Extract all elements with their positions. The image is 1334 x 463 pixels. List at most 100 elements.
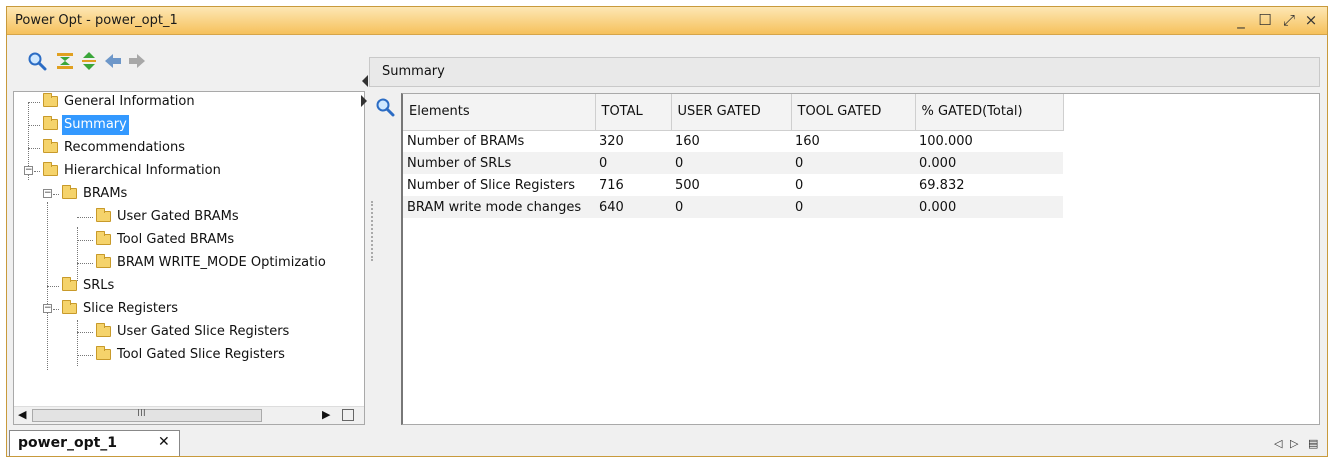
forward-arrow-icon[interactable] xyxy=(127,51,147,71)
summary-table: Elements TOTAL USER GATED TOOL GATED % G… xyxy=(403,94,1064,218)
tree-item-brams[interactable]: − BRAMs xyxy=(14,184,364,204)
scrollbar-grip: III xyxy=(137,408,146,419)
minimize-button[interactable]: _ xyxy=(1231,10,1251,30)
folder-icon xyxy=(96,323,111,337)
tree-item-hierarchical-information[interactable]: − Hierarchical Information xyxy=(14,161,364,181)
tree-connector xyxy=(77,217,93,218)
horizontal-scrollbar[interactable]: ◀ III ▶ xyxy=(14,406,364,424)
tree-connector xyxy=(47,286,59,287)
tree-connector xyxy=(34,171,40,172)
table-row[interactable]: Number of BRAMs 320 160 160 100.000 xyxy=(403,130,1063,152)
folder-icon xyxy=(96,346,111,360)
tree-item-user-gated-slice-registers[interactable]: User Gated Slice Registers xyxy=(14,322,364,342)
tree-item-label: SRLs xyxy=(83,278,115,293)
tab-close-button[interactable]: ✕ xyxy=(158,434,170,450)
corner-box-icon[interactable] xyxy=(342,409,354,421)
tree-item-label: Hierarchical Information xyxy=(64,163,221,178)
tree-toolbar xyxy=(13,41,365,85)
tree-connector xyxy=(77,355,93,356)
summary-header: Summary xyxy=(369,57,1320,87)
tree-item-label: Tool Gated BRAMs xyxy=(117,232,235,247)
search-icon[interactable] xyxy=(375,97,395,117)
tree-item-label: Summary xyxy=(62,115,129,135)
tree-connector xyxy=(77,240,93,241)
window-title: Power Opt - power_opt_1 xyxy=(15,13,178,28)
collapse-toggle-icon[interactable]: − xyxy=(43,304,52,313)
tree-item-summary[interactable]: Summary xyxy=(14,115,364,135)
restore-button[interactable]: ⤢ xyxy=(1279,10,1299,30)
summary-title: Summary xyxy=(382,64,445,79)
cell: 0.000 xyxy=(915,196,1063,218)
close-window-button[interactable]: × xyxy=(1301,10,1321,30)
tree-item-label: BRAMs xyxy=(83,186,128,201)
scrollbar-thumb[interactable]: III xyxy=(32,408,262,422)
scroll-tabs-left-icon[interactable]: ◁ xyxy=(1274,437,1282,450)
scroll-left-arrow-icon[interactable]: ◀ xyxy=(18,408,26,421)
search-icon[interactable] xyxy=(27,51,47,71)
tree-item-srls[interactable]: SRLs xyxy=(14,276,364,296)
cell: 0 xyxy=(595,152,671,174)
tree-item-label: BRAM WRITE_MODE Optimizatio xyxy=(117,255,326,270)
title-bar[interactable]: Power Opt - power_opt_1 _ ☐ ⤢ × xyxy=(7,7,1327,35)
folder-icon xyxy=(43,116,58,130)
folder-icon xyxy=(96,208,111,222)
cell: 0.000 xyxy=(915,152,1063,174)
tab-list-menu-icon[interactable]: ▤ xyxy=(1308,437,1318,450)
tree-item-label: User Gated Slice Registers xyxy=(117,324,290,339)
summary-table-container: Elements TOTAL USER GATED TOOL GATED % G… xyxy=(401,93,1320,425)
table-row[interactable]: Number of Slice Registers 716 500 0 69.8… xyxy=(403,174,1063,196)
tree-item-label: General Information xyxy=(64,94,195,109)
collapse-toggle-icon[interactable]: − xyxy=(24,166,33,175)
tree-connector xyxy=(28,125,40,126)
table-row[interactable]: BRAM write mode changes 640 0 0 0.000 xyxy=(403,196,1063,218)
cell: 0 xyxy=(791,196,915,218)
cell: 160 xyxy=(675,133,700,149)
cell: 100.000 xyxy=(919,133,973,149)
cell: 0 xyxy=(791,152,915,174)
column-header-tool-gated[interactable]: TOOL GATED xyxy=(791,94,916,131)
tree-connector xyxy=(77,332,93,333)
tree-item-label: User Gated BRAMs xyxy=(117,209,239,224)
tree-connector xyxy=(77,263,93,264)
navigation-tree: General Information Summary Recommendati… xyxy=(13,91,365,425)
cell: 320 xyxy=(599,133,624,149)
maximize-button[interactable]: ☐ xyxy=(1255,10,1275,30)
collapse-all-icon[interactable] xyxy=(55,51,75,71)
cell: BRAM write mode changes xyxy=(403,196,595,218)
scroll-tabs-right-icon[interactable]: ▷ xyxy=(1290,437,1298,450)
scroll-right-arrow-icon[interactable]: ▶ xyxy=(322,408,330,421)
tree-item-tool-gated-brams[interactable]: Tool Gated BRAMs xyxy=(14,230,364,250)
cell: 160 xyxy=(795,133,820,149)
column-header-user-gated[interactable]: USER GATED xyxy=(671,94,792,131)
table-header-row: Elements TOTAL USER GATED TOOL GATED % G… xyxy=(403,94,1064,131)
table-row[interactable]: Number of SRLs 0 0 0 0.000 xyxy=(403,152,1063,174)
open-folder-icon xyxy=(62,300,77,314)
tree-item-general-information[interactable]: General Information xyxy=(14,92,364,112)
cell: 0 xyxy=(671,152,791,174)
open-folder-icon xyxy=(43,162,58,176)
column-header-percent-gated[interactable]: % GATED(Total) xyxy=(915,94,1064,131)
back-arrow-icon[interactable] xyxy=(103,51,123,71)
tree-item-user-gated-brams[interactable]: User Gated BRAMs xyxy=(14,207,364,227)
expand-all-icon[interactable] xyxy=(79,51,99,71)
tab-label: power_opt_1 xyxy=(18,435,118,451)
cell: 640 xyxy=(595,196,671,218)
expand-pane-arrow-icon[interactable] xyxy=(361,95,367,107)
collapse-toggle-icon[interactable]: − xyxy=(43,189,52,198)
folder-icon xyxy=(43,93,58,107)
folder-icon xyxy=(96,231,111,245)
tree-item-tool-gated-slice-registers[interactable]: Tool Gated Slice Registers xyxy=(14,345,364,365)
column-header-elements[interactable]: Elements xyxy=(403,94,596,131)
column-header-total[interactable]: TOTAL xyxy=(595,94,672,131)
cell: 500 xyxy=(675,177,700,193)
bottom-tab-bar: power_opt_1 ✕ ◁ ▷ ▤ xyxy=(6,430,1326,457)
tab-power-opt-1[interactable]: power_opt_1 ✕ xyxy=(9,430,180,456)
tree-item-recommendations[interactable]: Recommendations xyxy=(14,138,364,158)
collapse-pane-arrow-icon[interactable] xyxy=(362,75,368,87)
tree-item-slice-registers[interactable]: − Slice Registers xyxy=(14,299,364,319)
folder-icon xyxy=(96,254,111,268)
cell: Number of SRLs xyxy=(403,152,595,174)
cell: 0 xyxy=(795,177,804,193)
tree-item-bram-write-mode-optimization[interactable]: BRAM WRITE_MODE Optimizatio xyxy=(14,253,364,273)
folder-icon xyxy=(62,277,77,291)
